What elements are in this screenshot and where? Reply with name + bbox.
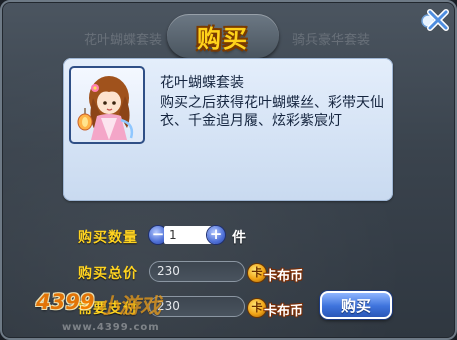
increment-button[interactable]: + [207, 226, 225, 244]
quantity-unit: 件 [232, 230, 246, 246]
payment-field: 230 [149, 296, 245, 317]
payment-currency-label: 卡布币 [264, 304, 304, 319]
total-currency-label: 卡布币 [264, 269, 304, 284]
minus-icon: − [151, 225, 165, 243]
title-plate: 购买 [167, 14, 279, 58]
background-text-right: 骑兵豪华套装 [292, 33, 371, 48]
item-description: 购买之后获得花叶蝴蝶丝、彩带天仙衣、千金追月履、炫彩紫宸灯 [160, 95, 384, 129]
purchase-dialog: 花叶蝴蝶套装 骑兵豪华套装 购买 花叶蝴蝶套装 购买之后获得花叶蝴蝶丝、彩带天仙… [0, 0, 457, 340]
plus-icon: + [209, 225, 223, 243]
close-x-icon [421, 9, 449, 31]
total-price-field: 230 [149, 261, 245, 282]
close-button[interactable] [419, 6, 449, 34]
item-image-frame [69, 66, 145, 144]
character-portrait-icon [77, 76, 134, 140]
4399-logo: 4399 [36, 290, 95, 314]
dialog-title: 购买 [197, 24, 249, 53]
item-name: 花叶蝴蝶套装 [160, 75, 244, 91]
item-info-panel: 花叶蝴蝶套装 购买之后获得花叶蝴蝶丝、彩带天仙衣、千金追月履、炫彩紫宸灯 [63, 58, 393, 201]
buy-button[interactable]: 购买 [320, 291, 392, 319]
background-text-left: 花叶蝴蝶套装 [84, 33, 163, 48]
logo-suffix: 小游戏 [98, 294, 161, 318]
total-price-label: 购买总价 [78, 266, 138, 282]
quantity-label: 购买数量 [78, 230, 138, 246]
watermark-url: www.4399.com [62, 322, 160, 333]
